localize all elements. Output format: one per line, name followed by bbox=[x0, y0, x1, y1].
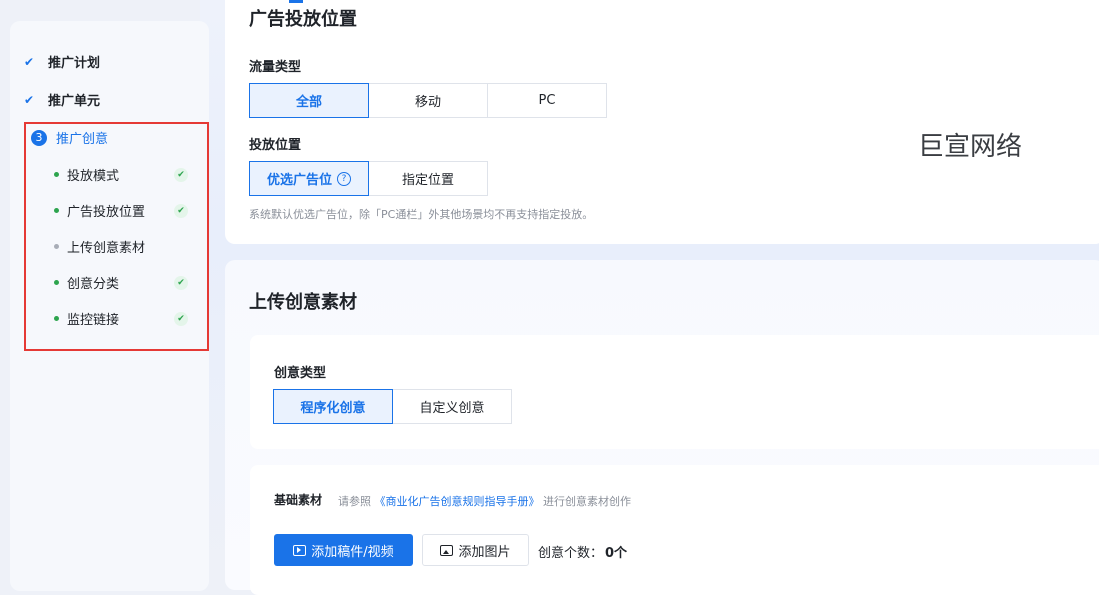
traffic-option-all[interactable]: 全部 bbox=[249, 83, 369, 118]
creative-count: 创意个数： 0个 bbox=[538, 542, 627, 561]
position-option-label: 优选广告位 bbox=[266, 173, 332, 188]
hint-prefix: 请参照 bbox=[338, 495, 371, 508]
guide-link[interactable]: 《商业化广告创意规则指导手册》 bbox=[375, 495, 540, 508]
check-icon: ✔ bbox=[24, 92, 35, 107]
creative-type-programmatic[interactable]: 程序化创意 bbox=[273, 389, 393, 424]
add-video-button[interactable]: 添加稿件/视频 bbox=[274, 534, 413, 566]
position-label: 投放位置 bbox=[249, 138, 302, 153]
traffic-option-pc[interactable]: PC bbox=[487, 83, 607, 118]
step-campaign[interactable]: ✔ 推广计划 bbox=[24, 52, 101, 72]
add-image-label: 添加图片 bbox=[458, 544, 511, 560]
step-label: 推广计划 bbox=[48, 56, 101, 71]
creative-type-segmented: 程序化创意 自定义创意 bbox=[273, 389, 512, 424]
image-icon bbox=[440, 544, 454, 556]
creative-count-value: 0个 bbox=[605, 546, 628, 561]
position-option-specified[interactable]: 指定位置 bbox=[368, 161, 488, 196]
step-unit[interactable]: ✔ 推广单元 bbox=[24, 90, 101, 110]
creative-type-custom[interactable]: 自定义创意 bbox=[392, 389, 512, 424]
basic-material-label: 基础素材 bbox=[274, 493, 323, 507]
basic-material-hint: 请参照 《商业化广告创意规则指导手册》 进行创意素材创作 bbox=[338, 493, 631, 509]
creative-count-label: 创意个数： bbox=[538, 546, 604, 561]
check-icon: ✔ bbox=[24, 54, 35, 69]
traffic-segmented: 全部 移动 PC bbox=[249, 83, 607, 118]
basic-material-panel bbox=[250, 465, 1099, 595]
tab-indicator bbox=[289, 0, 303, 3]
add-video-label: 添加稿件/视频 bbox=[311, 544, 394, 560]
position-segmented: 优选广告位 ? 指定位置 bbox=[249, 161, 488, 196]
creative-type-label: 创意类型 bbox=[274, 366, 327, 381]
upload-title: 上传创意素材 bbox=[249, 292, 357, 313]
help-icon[interactable]: ? bbox=[337, 171, 351, 186]
traffic-label: 流量类型 bbox=[249, 60, 302, 75]
placement-hint: 系统默认优选广告位，除「PC通栏」外其他场景均不再支持指定投放。 bbox=[249, 208, 594, 221]
video-icon bbox=[293, 544, 307, 556]
hint-suffix: 进行创意素材创作 bbox=[543, 495, 631, 508]
traffic-option-mobile[interactable]: 移动 bbox=[368, 83, 488, 118]
position-option-preferred[interactable]: 优选广告位 ? bbox=[249, 161, 369, 196]
watermark: 巨宣网络 bbox=[918, 132, 1023, 162]
placement-title: 广告投放位置 bbox=[249, 9, 357, 30]
step-label: 推广单元 bbox=[48, 94, 101, 109]
highlight-box bbox=[24, 122, 209, 351]
add-image-button[interactable]: 添加图片 bbox=[422, 534, 529, 566]
